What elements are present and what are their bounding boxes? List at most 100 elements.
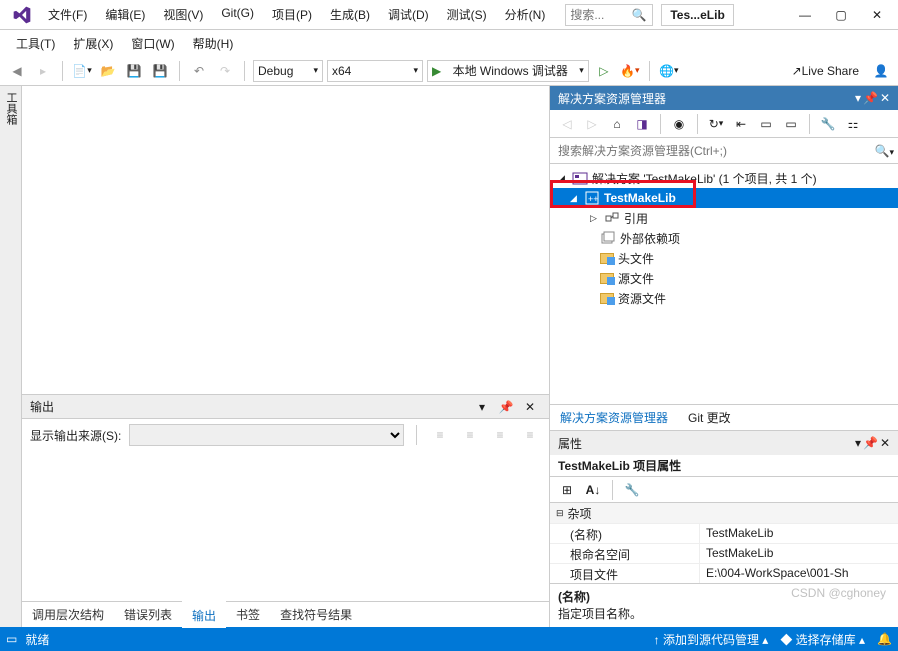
se-collapse-button[interactable]: ⇤ <box>730 113 752 135</box>
save-button[interactable]: 💾 <box>123 60 145 82</box>
solution-explorer-title: 解决方案资源管理器 <box>558 90 666 107</box>
bottom-tabs: 调用层次结构 错误列表 输出 书签 查找符号结果 <box>22 601 549 627</box>
save-all-button[interactable]: 💾 <box>149 60 171 82</box>
menu-git[interactable]: Git(G) <box>213 2 262 27</box>
window-maximize-button[interactable]: ▢ <box>824 3 858 27</box>
start-without-debug-button[interactable]: ▷ <box>593 60 615 82</box>
properties-title: 属性 <box>558 435 582 452</box>
hot-reload-button[interactable]: 🔥▾ <box>619 60 641 82</box>
tab-error-list[interactable]: 错误列表 <box>114 602 182 627</box>
tree-references[interactable]: ▷ 引用 <box>550 208 898 228</box>
se-switch-view-button[interactable]: ◨ <box>631 113 653 135</box>
props-close-button[interactable]: ✕ <box>880 436 890 450</box>
title-tab[interactable]: Tes...eLib <box>661 4 733 26</box>
menu-test[interactable]: 测试(S) <box>439 2 495 27</box>
props-dropdown-button[interactable]: ▾ <box>855 436 861 450</box>
menu-window[interactable]: 窗口(W) <box>123 31 182 56</box>
menu-extensions[interactable]: 扩展(X) <box>65 31 121 56</box>
title-search[interactable]: 🔍 <box>565 4 653 26</box>
live-share-button[interactable]: ↗ Live Share <box>785 60 866 82</box>
output-prev-button[interactable]: ≡ <box>429 424 451 446</box>
se-close-button[interactable]: ✕ <box>880 91 890 105</box>
menu-debug[interactable]: 调试(D) <box>380 2 437 27</box>
props-alphabetical-button[interactable]: A↓ <box>582 479 604 501</box>
menu-analyze[interactable]: 分析(N) <box>497 2 554 27</box>
props-categorized-button[interactable]: ⊞ <box>556 479 578 501</box>
nav-forward-button[interactable]: ▸ <box>32 60 54 82</box>
platform-combo[interactable]: x64▾ <box>327 60 423 82</box>
tree-sources[interactable]: 源文件 <box>550 268 898 288</box>
output-pin-button[interactable]: 📌 <box>495 396 517 418</box>
output-source-select[interactable] <box>129 424 404 446</box>
status-notifications[interactable]: 🔔 <box>877 632 892 646</box>
editor-area <box>22 86 549 394</box>
solution-tree[interactable]: ◢ 解决方案 'TestMakeLib' (1 个项目, 共 1 个) ◢ ++… <box>550 164 898 344</box>
browser-link-button[interactable]: 🌐▾ <box>658 60 680 82</box>
tab-git-changes[interactable]: Git 更改 <box>678 405 741 430</box>
menu-edit[interactable]: 编辑(E) <box>97 2 153 27</box>
debugger-combo[interactable]: ▶ 本地 Windows 调试器 ▾ <box>427 60 589 82</box>
tree-external-deps[interactable]: 外部依赖项 <box>550 228 898 248</box>
se-dropdown-button[interactable]: ▾ <box>855 91 861 105</box>
search-icon[interactable]: 🔍 <box>628 8 650 22</box>
statusbar: ▭ 就绪 ↑ 添加到源代码管理 ▴ ◆ 选择存储库 ▴ 🔔 <box>0 627 898 651</box>
undo-button[interactable]: ↶ <box>188 60 210 82</box>
open-button[interactable]: 📂 <box>97 60 119 82</box>
tree-headers[interactable]: 头文件 <box>550 248 898 268</box>
output-dropdown-button[interactable]: ▾ <box>471 396 493 418</box>
status-add-source-control[interactable]: ↑ 添加到源代码管理 ▴ <box>654 631 769 648</box>
se-search-icon[interactable]: 🔍▾ <box>875 144 894 158</box>
menu-file[interactable]: 文件(F) <box>40 2 95 27</box>
se-properties-button[interactable]: 🔧 <box>817 113 839 135</box>
se-filter-button[interactable]: ⚏ <box>842 113 864 135</box>
props-desc-body: 指定项目名称。 <box>558 605 890 622</box>
tab-solution-explorer[interactable]: 解决方案资源管理器 <box>550 405 678 430</box>
output-close-button[interactable]: ✕ <box>519 396 541 418</box>
tab-output[interactable]: 输出 <box>182 601 226 628</box>
vs-logo-icon <box>12 5 32 25</box>
menu-project[interactable]: 项目(P) <box>264 2 320 27</box>
title-search-input[interactable] <box>566 8 628 22</box>
window-minimize-button[interactable]: ― <box>788 3 822 27</box>
menu-help[interactable]: 帮助(H) <box>185 31 242 56</box>
solution-explorer-search[interactable]: 🔍▾ <box>550 138 898 164</box>
se-search-input[interactable] <box>554 144 875 158</box>
props-events-button[interactable]: 🔧 <box>621 479 643 501</box>
new-item-button[interactable]: 📄▾ <box>71 60 93 82</box>
svg-text:++: ++ <box>588 194 599 204</box>
se-show-all-button[interactable]: ▭ <box>755 113 777 135</box>
output-next-button[interactable]: ≡ <box>459 424 481 446</box>
config-combo[interactable]: Debug▾ <box>253 60 323 82</box>
tab-bookmarks[interactable]: 书签 <box>226 602 270 627</box>
tree-project[interactable]: ◢ ++ TestMakeLib <box>550 188 898 208</box>
tree-resources[interactable]: 资源文件 <box>550 288 898 308</box>
menu-tools[interactable]: 工具(T) <box>8 31 63 56</box>
se-forward-button[interactable]: ▷ <box>581 113 603 135</box>
tab-call-hierarchy[interactable]: 调用层次结构 <box>22 602 114 627</box>
properties-grid[interactable]: ⊟ 杂项 (名称)TestMakeLib 根命名空间TestMakeLib 项目… <box>550 503 898 583</box>
tab-find-symbols[interactable]: 查找符号结果 <box>270 602 362 627</box>
se-preview-button[interactable]: ▭ <box>780 113 802 135</box>
output-source-label: 显示输出来源(S): <box>30 427 121 444</box>
main-toolbar: ◀ ▸ 📄▾ 📂 💾 💾 ↶ ↷ Debug▾ x64▾ ▶ 本地 Window… <box>0 56 898 86</box>
se-pin-button[interactable]: 📌 <box>863 91 878 105</box>
status-select-repo[interactable]: ◆ 选择存储库 ▴ <box>780 631 865 648</box>
se-home-button[interactable]: ⌂ <box>606 113 628 135</box>
tree-solution[interactable]: ◢ 解决方案 'TestMakeLib' (1 个项目, 共 1 个) <box>550 168 898 188</box>
main-menu: 文件(F) 编辑(E) 视图(V) Git(G) 项目(P) 生成(B) 调试(… <box>40 2 553 27</box>
output-wrap-button[interactable]: ≡ <box>519 424 541 446</box>
toolbox-tab[interactable]: 工具箱 <box>0 86 22 627</box>
props-pin-button[interactable]: 📌 <box>863 436 878 450</box>
output-content <box>22 451 549 601</box>
redo-button[interactable]: ↷ <box>214 60 236 82</box>
menu-view[interactable]: 视图(V) <box>155 2 211 27</box>
se-back-button[interactable]: ◁ <box>556 113 578 135</box>
nav-back-button[interactable]: ◀ <box>6 60 28 82</box>
status-output-icon[interactable]: ▭ <box>6 632 17 646</box>
menu-build[interactable]: 生成(B) <box>322 2 378 27</box>
se-sync-button[interactable]: ◉ <box>668 113 690 135</box>
se-refresh-button[interactable]: ↻▾ <box>705 113 727 135</box>
window-close-button[interactable]: ✕ <box>860 3 894 27</box>
output-clear-button[interactable]: ≡ <box>489 424 511 446</box>
account-button[interactable]: 👤 <box>870 60 892 82</box>
